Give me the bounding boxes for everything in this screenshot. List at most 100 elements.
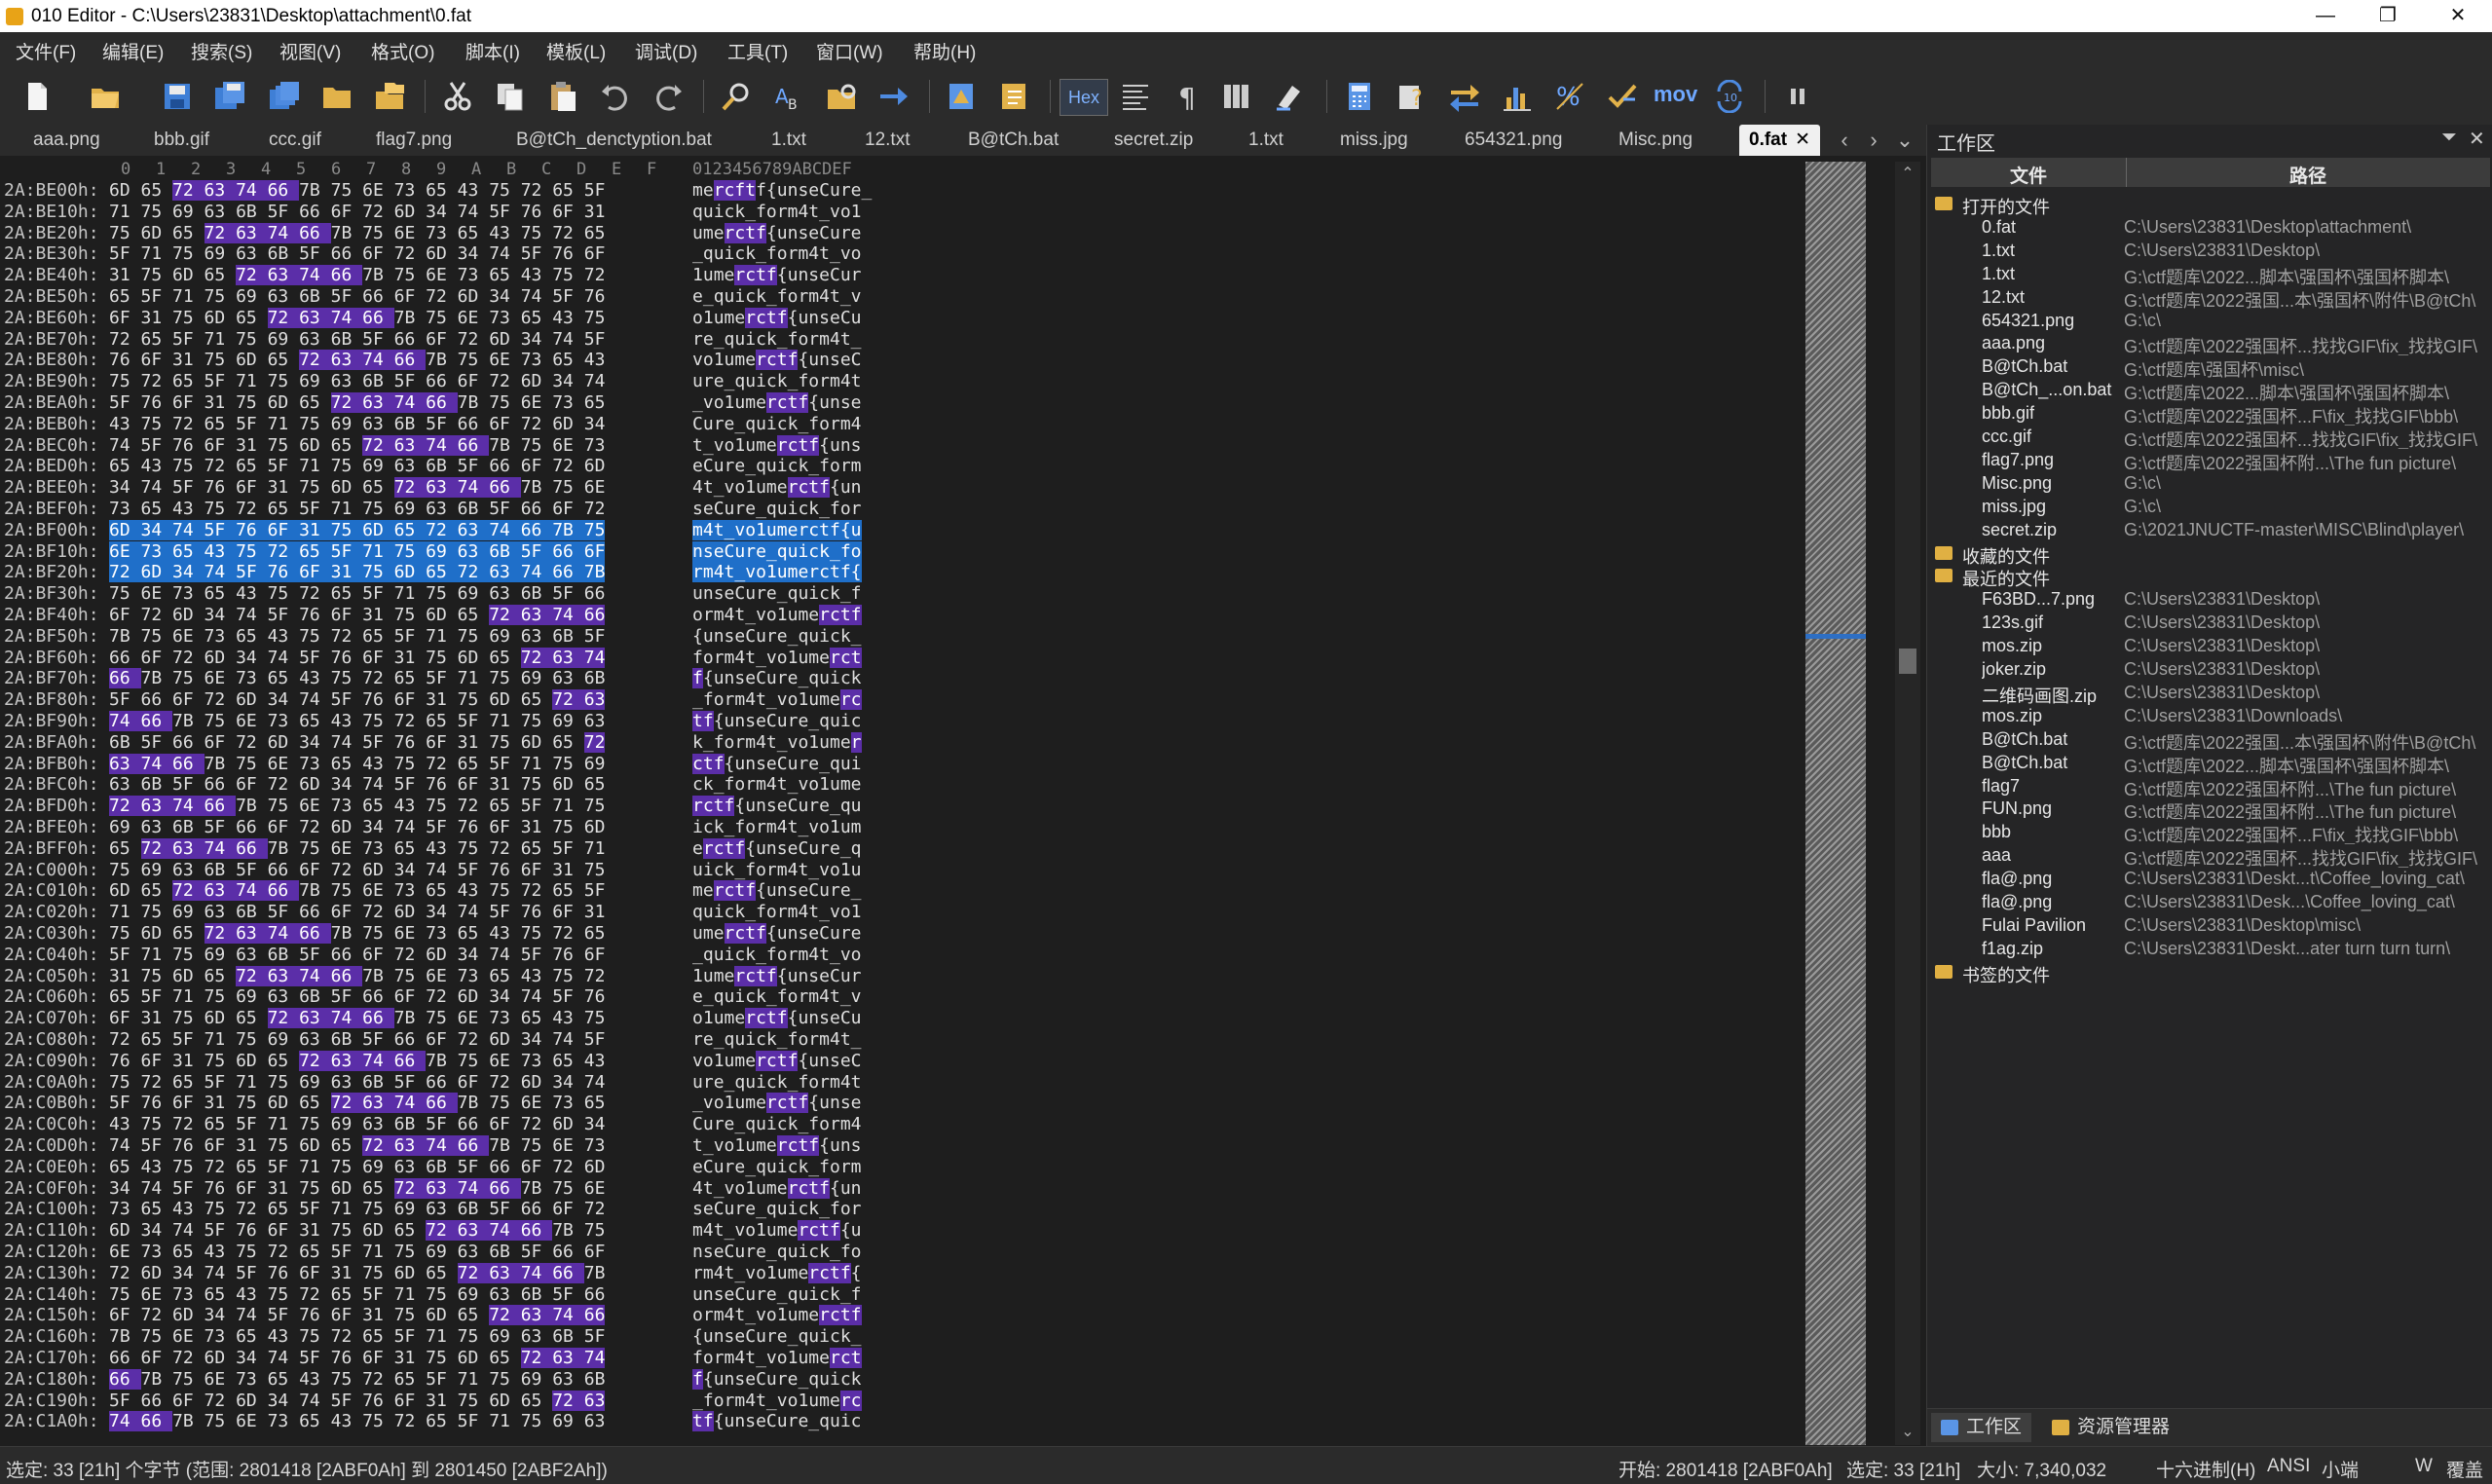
hex-ascii[interactable]: _form4t_vo1umerc xyxy=(692,1390,862,1411)
hex-bytes[interactable]: 6F 72 6D 34 74 5F 76 6F 31 75 6D 65 72 6… xyxy=(109,1305,606,1326)
close-window-button[interactable]: ✕ xyxy=(2424,0,2492,32)
paste-icon[interactable] xyxy=(543,77,582,116)
hex-bytes[interactable]: 6E 73 65 43 75 72 65 5F 71 75 69 63 6B 5… xyxy=(109,1242,605,1262)
tab-ccc-gif[interactable]: ccc.gif xyxy=(259,125,331,156)
tab-batch-denctyption-bat[interactable]: B@tCh_denctyption.bat xyxy=(506,125,722,156)
hex-ascii[interactable]: _form4t_vo1umerc xyxy=(692,689,862,711)
hex-ascii[interactable]: form4t_vo1umerct xyxy=(692,647,862,668)
cut-icon[interactable] xyxy=(438,77,477,116)
hex-ascii[interactable]: rm4t_vo1umerctf{ xyxy=(692,1262,862,1283)
hex-ascii[interactable]: ick_form4t_vo1um xyxy=(692,817,862,837)
hex-bytes[interactable]: 7B 75 6E 73 65 43 75 72 65 5F 71 75 69 6… xyxy=(109,1326,605,1347)
hex-bytes[interactable]: 66 7B 75 6E 73 65 43 75 72 65 5F 71 75 6… xyxy=(109,668,605,689)
hex-bytes[interactable]: 66 6F 72 6D 34 74 5F 76 6F 31 75 6D 65 7… xyxy=(109,1348,606,1368)
panel-menu-icon[interactable]: ⏷ xyxy=(2441,127,2457,149)
tab-next-icon[interactable]: › xyxy=(1862,127,1885,154)
menu-template[interactable]: 模板(L) xyxy=(546,38,606,64)
tab-workspace[interactable]: 工作区 xyxy=(1931,1413,2032,1442)
tree-file-item[interactable]: miss.jpg G:\c\ xyxy=(1927,496,2492,519)
hex-ascii[interactable]: re_quick_form4t_ xyxy=(692,329,862,350)
hex-ascii[interactable]: _vo1umerctf{unse xyxy=(692,392,862,413)
hex-bytes[interactable]: 65 5F 71 75 69 63 6B 5F 66 6F 72 6D 34 7… xyxy=(109,286,605,307)
tab-secret-zip[interactable]: secret.zip xyxy=(1104,125,1203,156)
menu-debug[interactable]: 调试(D) xyxy=(635,38,697,64)
tab-explorer[interactable]: 资源管理器 xyxy=(2042,1413,2179,1442)
file-overview-strip[interactable] xyxy=(1805,162,1866,1445)
hex-bytes[interactable]: 65 5F 71 75 69 63 6B 5F 66 6F 72 6D 34 7… xyxy=(109,986,605,1007)
hex-bytes[interactable]: 31 75 6D 65 72 63 74 66 7B 75 6E 73 65 4… xyxy=(109,265,605,286)
tree-group[interactable]: 书签的文件 xyxy=(1927,961,2492,984)
tree-file-item[interactable]: bbb G:\ctf题库\2022强国杯...F\fix_找找GIF\bbb\ xyxy=(1927,821,2492,844)
hex-bytes[interactable]: 75 6E 73 65 43 75 72 65 5F 71 75 69 63 6… xyxy=(109,583,605,604)
tree-group[interactable]: 打开的文件 xyxy=(1927,193,2492,216)
hex-ascii[interactable]: unseCure_quick_f xyxy=(692,1284,862,1305)
menu-tools[interactable]: 工具(T) xyxy=(727,38,788,64)
undo-icon[interactable] xyxy=(596,77,635,116)
tree-file-item[interactable]: bbb.gif G:\ctf题库\2022强国杯...F\fix_找找GIF\bb… xyxy=(1927,402,2492,426)
hex-bytes[interactable]: 74 5F 76 6F 31 75 6D 65 72 63 74 66 7B 7… xyxy=(109,1135,605,1156)
tree-file-item[interactable]: flag7 G:\ctf题库\2022强国杯附...\The fun pictur… xyxy=(1927,775,2492,798)
hex-ascii[interactable]: ure_quick_form4t xyxy=(692,371,862,391)
hex-ascii[interactable]: t_vo1umerctf{uns xyxy=(692,434,862,456)
hex-ascii[interactable]: tf{unseCure_quic xyxy=(692,711,862,731)
tab-flag7-png[interactable]: flag7.png xyxy=(366,125,462,156)
tab-aaa-png[interactable]: aaa.png xyxy=(23,125,110,156)
hex-bytes[interactable]: 6D 34 74 5F 76 6F 31 75 6D 65 72 63 74 6… xyxy=(109,1220,605,1242)
hex-ascii[interactable]: form4t_vo1umerct xyxy=(692,1348,862,1368)
hex-ascii[interactable]: 4t_vo1umerctf{un xyxy=(692,477,862,499)
hex-bytes[interactable]: 75 69 63 6B 5F 66 6F 72 6D 34 74 5F 76 6… xyxy=(109,860,605,880)
tab-1-txt[interactable]: 1.txt xyxy=(762,125,816,156)
histogram-icon[interactable] xyxy=(1498,77,1537,116)
scroll-up-icon[interactable]: ⌃ xyxy=(1895,162,1920,187)
mov-button[interactable]: mov xyxy=(1654,82,1697,107)
hex-ascii[interactable]: eCure_quick_form xyxy=(692,456,862,476)
hex-ascii[interactable]: umerctf{unseCure xyxy=(692,923,862,944)
hex-ascii[interactable]: e_quick_form4t_v xyxy=(692,986,862,1007)
hex-bytes[interactable]: 75 6D 65 72 63 74 66 7B 75 6E 73 65 43 7… xyxy=(109,923,605,944)
hex-bytes[interactable]: 6D 34 74 5F 76 6F 31 75 6D 65 72 63 74 6… xyxy=(109,519,606,540)
hex-bytes[interactable]: 72 6D 34 74 5F 76 6F 31 75 6D 65 72 63 7… xyxy=(109,562,606,583)
compare-icon[interactable] xyxy=(1445,77,1484,116)
hex-bytes[interactable]: 74 5F 76 6F 31 75 6D 65 72 63 74 66 7B 7… xyxy=(109,434,605,456)
hex-bytes[interactable]: 7B 75 6E 73 65 43 75 72 65 5F 71 75 69 6… xyxy=(109,626,605,647)
pause-icon[interactable] xyxy=(1778,77,1817,116)
tab-batch-bat[interactable]: B@tCh.bat xyxy=(958,125,1068,156)
hex-bytes[interactable]: 75 6E 73 65 43 75 72 65 5F 71 75 69 63 6… xyxy=(109,1284,605,1305)
hex-ascii[interactable]: tf{unseCure_quic xyxy=(692,1411,862,1432)
scroll-down-icon[interactable]: ⌄ xyxy=(1895,1420,1920,1445)
hex-bytes[interactable]: 72 63 74 66 7B 75 6E 73 65 43 75 72 65 5… xyxy=(109,796,605,817)
panel-close-icon[interactable]: ✕ xyxy=(2469,127,2485,151)
tree-file-item[interactable]: B@tCh_...on.bat G:\ctf题库\2022...脚本\强国杯\强国… xyxy=(1927,379,2492,402)
status-mode[interactable]: 十六进制(H) xyxy=(2156,1456,2255,1482)
tree-file-item[interactable]: 654321.png G:\c\ xyxy=(1927,310,2492,333)
tree-file-item[interactable]: Misc.png G:\c\ xyxy=(1927,472,2492,496)
tree-file-item[interactable]: F63BD...7.png C:\Users\23831\Desktop\ xyxy=(1927,588,2492,612)
hex-ascii[interactable]: nseCure_quick_fo xyxy=(692,540,862,562)
hex-ascii[interactable]: rctf{unseCure_qu xyxy=(692,796,862,817)
hex-ascii[interactable]: {unseCure_quick_ xyxy=(692,1326,862,1347)
hex-bytes[interactable]: 5F 76 6F 31 75 6D 65 72 63 74 66 7B 75 6… xyxy=(109,1093,605,1114)
hex-bytes[interactable]: 75 72 65 5F 71 75 69 63 6B 5F 66 6F 72 6… xyxy=(109,1072,605,1093)
hex-bytes[interactable]: 43 75 72 65 5F 71 75 69 63 6B 5F 66 6F 7… xyxy=(109,1114,605,1134)
hex-ascii[interactable]: Cure_quick_form4 xyxy=(692,414,862,434)
hex-ascii[interactable]: re_quick_form4t_ xyxy=(692,1029,862,1050)
save-as-icon[interactable] xyxy=(210,77,249,116)
tree-file-item[interactable]: 1.txt G:\ctf题库\2022...脚本\强国杯\强国杯脚本\ xyxy=(1927,263,2492,286)
hex-bytes[interactable]: 5F 76 6F 31 75 6D 65 72 63 74 66 7B 75 6… xyxy=(109,392,605,413)
hex-ascii[interactable]: orm4t_vo1umerctf xyxy=(692,1305,862,1326)
tab-misc-png[interactable]: Misc.png xyxy=(1609,125,1702,156)
close-tab-icon[interactable]: ✕ xyxy=(1795,130,1810,150)
hex-bytes[interactable]: 76 6F 31 75 6D 65 72 63 74 66 7B 75 6E 7… xyxy=(109,350,605,371)
hex-bytes[interactable]: 74 66 7B 75 6E 73 65 43 75 72 65 5F 71 7… xyxy=(109,1411,605,1432)
hex-bytes[interactable]: 5F 71 75 69 63 6B 5F 66 6F 72 6D 34 74 5… xyxy=(109,243,605,264)
hex-ascii[interactable]: quick_form4t_vo1 xyxy=(692,902,862,922)
hex-ascii[interactable]: quick_form4t_vo1 xyxy=(692,202,862,222)
find-in-files-icon[interactable] xyxy=(822,77,861,116)
hex-bytes[interactable]: 75 72 65 5F 71 75 69 63 6B 5F 66 6F 72 6… xyxy=(109,371,605,391)
menu-search[interactable]: 搜索(S) xyxy=(191,38,252,64)
convert-icon[interactable]: 10 xyxy=(1710,77,1749,116)
tree-file-item[interactable]: B@tCh.bat G:\ctf题库\2022...脚本\强国杯\强国杯脚本\ xyxy=(1927,752,2492,775)
redo-icon[interactable] xyxy=(649,77,688,116)
hex-ascii[interactable]: rm4t_vo1umerctf{ xyxy=(692,562,862,583)
hex-ascii[interactable]: unseCure_quick_f xyxy=(692,583,862,604)
